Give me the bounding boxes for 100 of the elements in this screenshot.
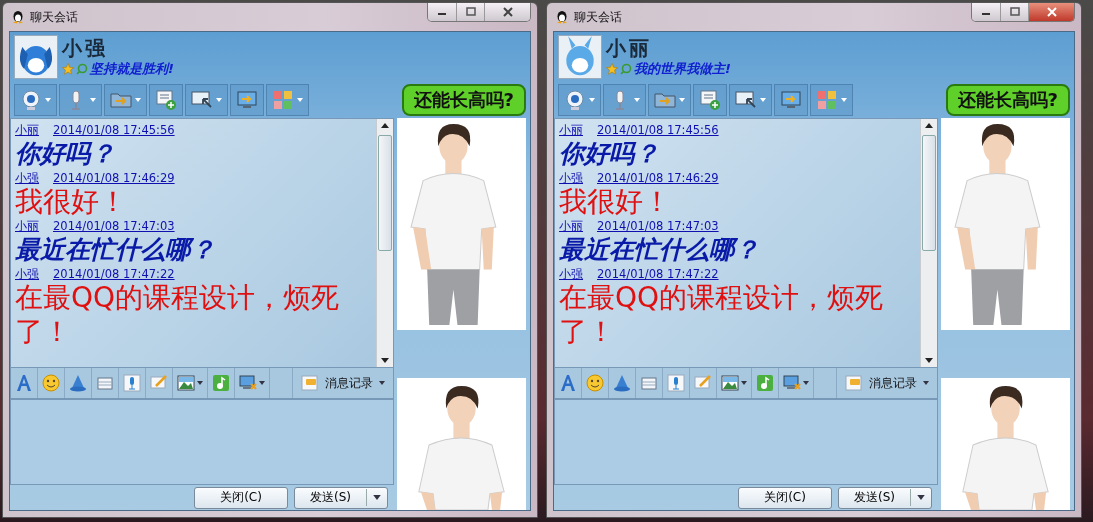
- minimize-button[interactable]: [972, 3, 1000, 21]
- caret-icon: [297, 98, 303, 102]
- folder-tool-button[interactable]: [648, 84, 691, 116]
- microphone-tool-button[interactable]: [59, 84, 102, 116]
- film-icon: [96, 374, 114, 392]
- timestamp-link[interactable]: 2014/01/08 17:47:03: [597, 219, 719, 233]
- microphone-icon: [123, 374, 141, 392]
- monitor-icon: [780, 89, 802, 111]
- camera-icon: [564, 89, 586, 111]
- apps-icon: [272, 89, 294, 111]
- ad-button[interactable]: 还能长高吗?: [401, 84, 526, 116]
- window-title: 聊天会话: [574, 8, 622, 26]
- send-button[interactable]: 发送(S): [838, 486, 932, 509]
- contact-name: 小丽: [606, 36, 653, 60]
- ad-button[interactable]: 还能长高吗?: [945, 84, 1070, 116]
- timestamp-link[interactable]: 2014/01/08 17:45:56: [597, 123, 719, 137]
- chat-add-tool-button[interactable]: [693, 84, 727, 116]
- sender-link[interactable]: 小丽: [559, 123, 583, 137]
- camera-tool-button[interactable]: [558, 84, 601, 116]
- signature: 我的世界我做主!: [634, 60, 731, 78]
- sender-link[interactable]: 小强: [15, 267, 39, 281]
- microphone-tool-button[interactable]: [603, 84, 646, 116]
- caret-icon: [373, 495, 381, 500]
- scrollbar[interactable]: [920, 119, 937, 367]
- sender-link[interactable]: 小强: [15, 171, 39, 185]
- apps-icon: [816, 89, 838, 111]
- image-icon: [177, 374, 195, 392]
- screen-icon: [239, 374, 257, 392]
- maximize-button[interactable]: [456, 3, 484, 21]
- caret-icon: [741, 381, 747, 385]
- sender-link[interactable]: 小丽: [559, 219, 583, 233]
- close-button[interactable]: [1028, 3, 1074, 21]
- maximize-icon: [1008, 7, 1021, 17]
- microphone-icon: [667, 374, 685, 392]
- close-button[interactable]: [484, 3, 530, 21]
- timestamp-link[interactable]: 2014/01/08 17:47:22: [53, 267, 175, 281]
- pencil-icon: [694, 374, 712, 392]
- apps-tool-button[interactable]: [266, 84, 309, 116]
- caret-icon: [589, 98, 595, 102]
- caret-icon: [259, 381, 265, 385]
- apps-tool-button[interactable]: [810, 84, 853, 116]
- sender-link[interactable]: 小丽: [15, 123, 39, 137]
- bell-icon: [613, 374, 631, 392]
- timestamp-link[interactable]: 2014/01/08 17:47:22: [597, 267, 719, 281]
- sender-link[interactable]: 小丽: [15, 219, 39, 233]
- close-chat-button[interactable]: 关闭(C): [194, 486, 288, 509]
- message-text: 我很好！: [559, 185, 672, 219]
- scrollbar[interactable]: [376, 119, 393, 367]
- screen-tool-button[interactable]: [729, 84, 772, 116]
- monitor-icon: [236, 89, 258, 111]
- caret-icon: [803, 381, 809, 385]
- timestamp-link[interactable]: 2014/01/08 17:46:29: [53, 171, 175, 185]
- monitor-tool-button[interactable]: [774, 84, 808, 116]
- caret-icon: [634, 98, 640, 102]
- film-icon: [640, 374, 658, 392]
- timestamp-link[interactable]: 2014/01/08 17:45:56: [53, 123, 175, 137]
- monitor-tool-button[interactable]: [230, 84, 264, 116]
- message-text: 最近在忙什么哪？: [15, 234, 216, 266]
- caret-icon: [216, 98, 222, 102]
- history-icon: [301, 374, 319, 392]
- sender-link[interactable]: 小强: [559, 267, 583, 281]
- caret-icon: [841, 98, 847, 102]
- scroll-thumb[interactable]: [378, 135, 392, 251]
- timestamp-link[interactable]: 2014/01/08 17:47:03: [53, 219, 175, 233]
- message-input[interactable]: [554, 399, 938, 485]
- caret-icon: [917, 495, 925, 500]
- caret-icon: [197, 381, 203, 385]
- close-icon: [1045, 7, 1058, 17]
- screen-icon: [783, 374, 801, 392]
- message-input[interactable]: [10, 399, 394, 485]
- maximize-button[interactable]: [1000, 3, 1028, 21]
- maximize-icon: [464, 7, 477, 17]
- message-text: 在最QQ的课程设计，烦死了！: [559, 281, 885, 349]
- screen-tool-button[interactable]: [185, 84, 228, 116]
- close-chat-button[interactable]: 关闭(C): [738, 486, 832, 509]
- smiley-icon: [586, 374, 604, 392]
- caret-icon: [679, 98, 685, 102]
- caret-icon: [90, 98, 96, 102]
- avatar: [558, 35, 602, 79]
- bell-icon: [69, 374, 87, 392]
- timestamp-link[interactable]: 2014/01/08 17:46:29: [597, 171, 719, 185]
- music-icon: [756, 374, 774, 392]
- penguin-icon: [555, 10, 569, 24]
- chat-add-icon: [699, 89, 721, 111]
- chat-add-icon: [155, 89, 177, 111]
- caret-icon: [760, 98, 766, 102]
- window-title: 聊天会话: [30, 8, 78, 26]
- scroll-thumb[interactable]: [922, 135, 936, 251]
- sender-link[interactable]: 小强: [559, 171, 583, 185]
- music-icon: [212, 374, 230, 392]
- chat-add-tool-button[interactable]: [149, 84, 183, 116]
- send-button[interactable]: 发送(S): [294, 486, 388, 509]
- contact-name: 小强: [62, 36, 109, 60]
- close-icon: [501, 7, 514, 17]
- folder-tool-button[interactable]: [104, 84, 147, 116]
- caret-icon: [135, 98, 141, 102]
- font-icon: [15, 374, 33, 392]
- minimize-button[interactable]: [428, 3, 456, 21]
- message-text: 我很好！: [15, 185, 128, 219]
- camera-tool-button[interactable]: [14, 84, 57, 116]
